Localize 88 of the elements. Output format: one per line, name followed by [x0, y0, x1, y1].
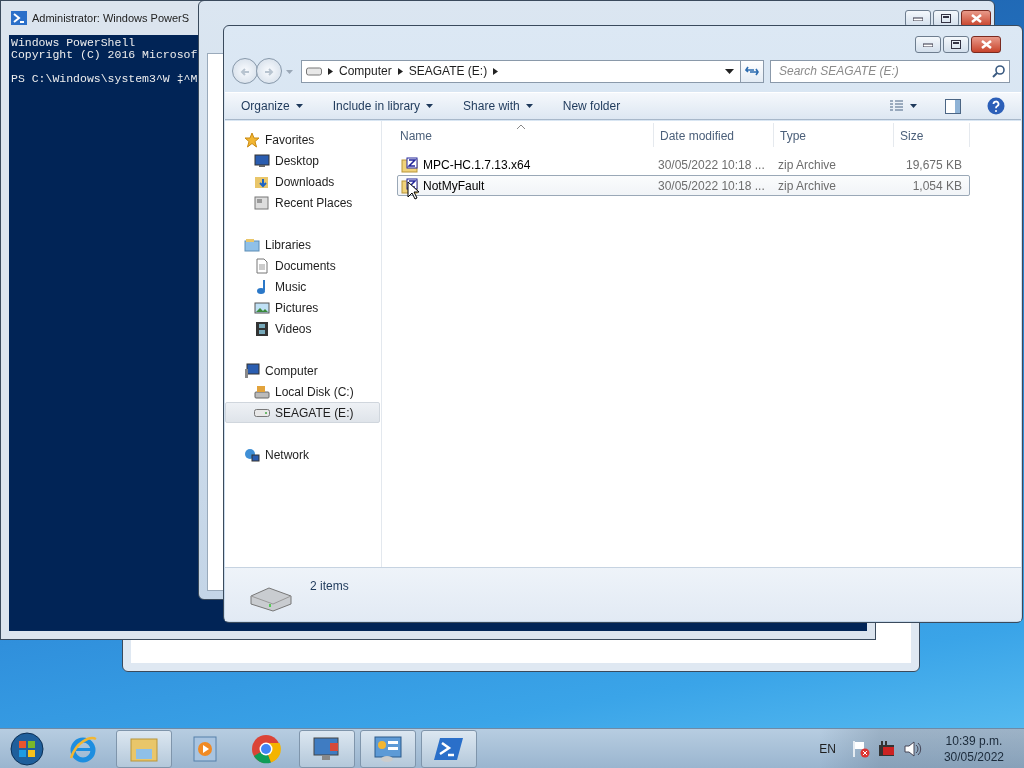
toolbar-button[interactable]: Organize — [233, 94, 311, 118]
control-panel-icon — [373, 734, 403, 763]
maximize-icon — [951, 40, 961, 49]
close-button[interactable] — [971, 36, 1001, 53]
back-button[interactable] — [232, 58, 258, 84]
file-row[interactable]: NotMyFault 30/05/2022 10:18 ... zip Archive 1,054 KB — [397, 175, 970, 196]
drive-icon — [254, 408, 270, 417]
file-explorer-taskbar-button[interactable] — [116, 729, 172, 768]
refresh-button[interactable] — [740, 59, 764, 83]
action-center-flag-icon — [851, 739, 870, 758]
file-row[interactable]: MPC-HC.1.7.13.x64 30/05/2022 10:18 ... zip Archive 19,675 KB — [397, 154, 970, 175]
refresh-icon — [745, 65, 759, 77]
console-line: PS C:\Windows\system3^W ‡^M — [11, 73, 199, 85]
minimize-icon — [923, 42, 933, 47]
powershell-icon — [434, 735, 464, 762]
view-list-icon — [889, 100, 904, 112]
preview-pane-icon — [945, 98, 961, 114]
sidebar-item[interactable]: Network — [225, 444, 380, 465]
library-icon — [244, 236, 260, 253]
console-line: Copyright (C) 2016 Microsof — [11, 49, 199, 61]
computer-icon — [244, 362, 260, 379]
hard-drive-icon — [254, 383, 270, 400]
sidebar-item[interactable]: Music — [225, 276, 380, 297]
chrome-icon — [251, 733, 281, 764]
forward-arrow-icon — [264, 66, 274, 77]
mouse-cursor-icon — [407, 181, 419, 201]
sidebar-item[interactable]: Recent Places — [225, 192, 380, 213]
minimize-button[interactable] — [915, 36, 941, 53]
monitor-icon — [312, 734, 342, 763]
address-bar[interactable]: Computer SEAGATE (E:) — [301, 59, 741, 83]
maximize-button[interactable] — [943, 36, 969, 53]
help-icon — [987, 97, 1005, 115]
close-icon — [980, 40, 992, 49]
caret-icon — [910, 104, 917, 108]
control-panel-taskbar-button[interactable] — [360, 729, 416, 768]
network-error-icon — [877, 739, 896, 758]
sidebar-item[interactable]: Local Disk (C:) — [225, 381, 380, 402]
back-arrow-icon — [240, 66, 250, 77]
sidebar-item[interactable]: Videos — [225, 318, 380, 339]
toolbar-button[interactable]: New folder — [554, 94, 629, 118]
dropdown-arrow-icon — [725, 69, 734, 75]
maximize-icon — [941, 14, 951, 23]
sidebar-item[interactable]: Downloads — [225, 171, 380, 192]
language-indicator[interactable]: EN — [819, 739, 836, 758]
windows-logo-icon — [10, 731, 44, 766]
clock[interactable]: 10:39 p.m. 30/05/2022 — [943, 732, 1004, 765]
picture-icon — [254, 299, 270, 316]
network-icon — [244, 446, 260, 463]
window-title: Administrator: Windows PowerS — [32, 10, 190, 26]
recent-places-icon — [254, 194, 270, 211]
speaker-icon — [903, 740, 922, 757]
sidebar-item[interactable]: Desktop — [225, 150, 380, 171]
toolbar-button[interactable]: Share with — [455, 94, 541, 118]
breadcrumb-link[interactable]: SEAGATE (E:) — [408, 62, 488, 80]
column-header[interactable]: Date modified — [654, 123, 774, 147]
sidebar-item[interactable]: Pictures — [225, 297, 380, 318]
remote-desktop-taskbar-button[interactable] — [299, 729, 355, 768]
console-line: Windows PowerShell — [11, 37, 137, 49]
minimize-icon — [913, 16, 923, 21]
sidebar-item[interactable]: Computer — [225, 360, 380, 381]
column-header[interactable]: Name — [382, 123, 654, 147]
chevron-icon — [493, 68, 499, 76]
sidebar-item[interactable]: Libraries — [225, 234, 380, 255]
zip-folder-icon — [401, 156, 419, 173]
forward-button[interactable] — [256, 58, 282, 84]
drive-icon — [306, 66, 322, 76]
dropdown-arrow-icon — [286, 69, 293, 74]
search-icon — [992, 65, 1005, 79]
film-icon — [254, 320, 270, 337]
breadcrumb-link[interactable]: Computer — [339, 62, 392, 80]
powershell-icon — [11, 11, 27, 25]
sidebar-item[interactable]: Documents — [225, 255, 380, 276]
chevron-icon — [397, 68, 403, 76]
toolbar-button[interactable]: Include in library — [324, 94, 442, 118]
close-icon — [970, 14, 982, 23]
sidebar-item[interactable]: SEAGATE (E:) — [225, 402, 380, 423]
item-count: 2 items — [310, 578, 349, 595]
chevron-icon — [328, 68, 333, 76]
column-header[interactable]: Type — [774, 123, 894, 147]
monitor-icon — [254, 152, 270, 169]
document-icon — [254, 257, 270, 274]
search-box[interactable]: Search SEAGATE (E:) — [770, 59, 1010, 83]
column-header[interactable]: Size — [894, 123, 970, 147]
powershell-taskbar-button[interactable] — [421, 729, 477, 768]
search-field[interactable]: Search SEAGATE (E:) — [777, 61, 992, 81]
media-player-icon — [192, 734, 218, 763]
sidebar-item[interactable]: Favorites — [225, 129, 380, 150]
star-icon — [244, 131, 260, 148]
